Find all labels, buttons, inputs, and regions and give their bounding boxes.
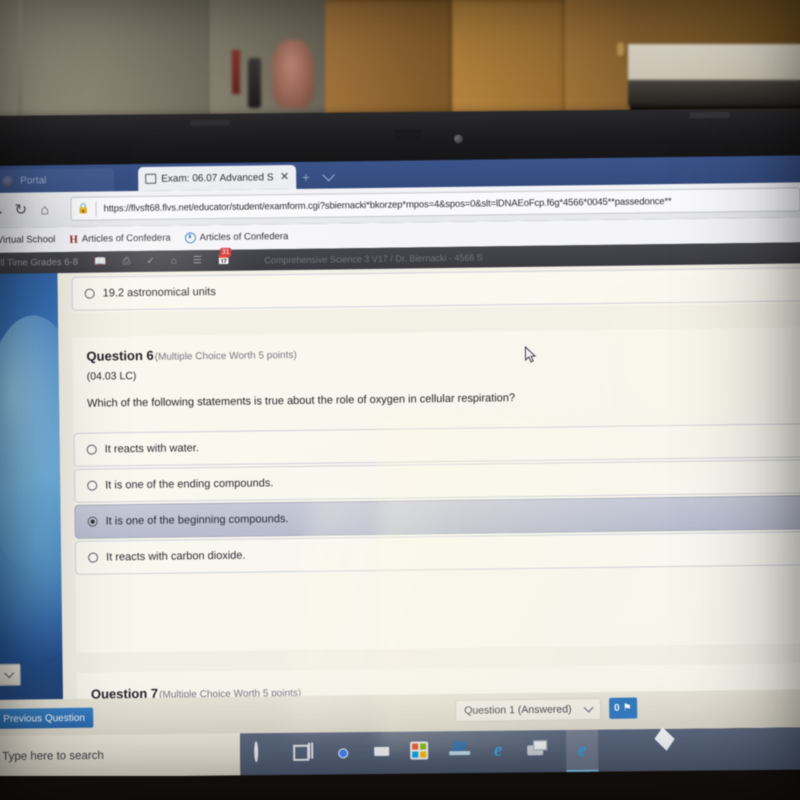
option-row[interactable]: 19.2 astronomical units	[71, 267, 800, 311]
radio-icon[interactable]	[86, 444, 97, 455]
radio-icon[interactable]	[87, 480, 98, 491]
edge-icon[interactable]: e	[565, 729, 599, 773]
previous-question-label: Previous Question	[3, 712, 86, 725]
calendar-icon[interactable]: 📅 31	[218, 247, 232, 266]
flag-count: 0	[614, 702, 620, 714]
course-selector[interactable]: Full Time Grades 6-8	[0, 257, 78, 269]
option-label: It is one of the ending compounds.	[105, 477, 274, 492]
room-background	[0, 0, 800, 124]
address-bar[interactable]: 🔒 https://flvsft68.flvs.net/educator/stu…	[70, 187, 800, 221]
bookmark-articles-1[interactable]: H Articles of Confedera	[69, 232, 171, 246]
bookmark-label: Articles of Confedera	[81, 232, 171, 245]
fax-scan-icon[interactable]	[527, 740, 549, 762]
portal-favicon	[2, 175, 15, 188]
taskbar-icons: e e	[239, 727, 800, 776]
reload-icon[interactable]: ↻	[14, 201, 27, 218]
forward-icon[interactable]: →	[0, 202, 5, 218]
calendar-badge: 31	[219, 247, 232, 257]
option-label: It reacts with water.	[104, 442, 199, 456]
browser-chrome: Portal Exam: 06.07 Advanced S ✕ + → ↻ ⌂ …	[0, 155, 800, 274]
flag-count-badge[interactable]: 0 ⚑	[609, 697, 637, 719]
lock-icon: 🔒	[77, 203, 90, 215]
laptop-screen: Portal Exam: 06.07 Advanced S ✕ + → ↻ ⌂ …	[0, 155, 800, 738]
cortana-circle	[254, 741, 259, 763]
mail-icon[interactable]	[654, 739, 676, 761]
bookmark-virtual-school[interactable]: a Virtual School	[0, 234, 55, 246]
desk-edge	[0, 776, 800, 800]
exam-page: 19.2 astronomical units Question 6 (Mult…	[57, 263, 800, 738]
internet-explorer-icon[interactable]: e	[488, 739, 510, 763]
chevron-down-icon[interactable]	[322, 168, 336, 182]
question-selector-value: Question 1 (Answered)	[464, 703, 572, 717]
page-favicon	[145, 173, 157, 184]
new-tab-button[interactable]: +	[302, 170, 310, 185]
scroll-down-button[interactable]	[0, 663, 21, 686]
remote-desktop-icon[interactable]	[449, 741, 471, 763]
search-input[interactable]: Type here to search	[0, 733, 241, 778]
question-6-options: It reacts with water. It is one of the e…	[73, 423, 800, 577]
question-text: Which of the following statements is tru…	[87, 392, 516, 410]
option-label: It reacts with carbon dioxide.	[106, 549, 246, 564]
microsoft-store-icon[interactable]	[410, 741, 432, 763]
url-text: https://flvsft68.flvs.net/educator/stude…	[103, 195, 672, 214]
course-breadcrumb: Comprehensive Science 3 V17 / Dr. Bierna…	[264, 252, 483, 265]
edge-glyph: e	[577, 739, 587, 761]
h-icon: H	[69, 233, 78, 246]
bezel-tab-left	[189, 119, 230, 127]
question-6-card: Question 6 (Multiple Choice Worth 5 poin…	[72, 327, 800, 653]
previous-question-button[interactable]: Previous Question	[0, 707, 94, 729]
bezel-notch	[394, 129, 422, 145]
mouse-cursor	[524, 345, 537, 363]
bookmark-articles-2[interactable]: Articles of Confedera	[184, 231, 289, 244]
question-selector-dropdown[interactable]: Question 1 (Answered)	[455, 697, 602, 722]
bezel-tab-right	[689, 111, 730, 119]
option-row[interactable]: It reacts with carbon dioxide.	[74, 531, 800, 575]
question-meta: (Multiple Choice Worth 5 points)	[154, 349, 297, 363]
task-view-icon[interactable]	[293, 743, 315, 765]
store-glyph	[410, 741, 429, 760]
previous-question-card: 19.2 astronomical units	[71, 267, 800, 313]
bookmark-label: Articles of Confedera	[199, 231, 289, 244]
tab-exam[interactable]: Exam: 06.07 Advanced S ✕	[138, 164, 297, 192]
windows-taskbar: Type here to search e e	[0, 727, 800, 778]
flag-icon: ⚑	[622, 702, 632, 714]
bookmark-label: a Virtual School	[0, 234, 56, 246]
tab-exam-label: Exam: 06.07 Advanced S	[161, 171, 274, 185]
ie-glyph: e	[493, 739, 503, 761]
radio-icon[interactable]	[88, 552, 99, 563]
room-blur-layer	[0, 0, 800, 124]
option-label: 19.2 astronomical units	[102, 286, 216, 300]
chevron-down-icon	[3, 668, 14, 679]
check-icon[interactable]: ✓	[146, 256, 155, 267]
tab-portal[interactable]: Portal	[0, 168, 115, 193]
menu-icon[interactable]: ☰	[193, 255, 202, 266]
tab-portal-label: Portal	[20, 175, 47, 187]
webcam-icon	[453, 134, 464, 144]
question-title: Question 6	[86, 347, 154, 364]
close-icon[interactable]: ✕	[280, 171, 289, 183]
recycle-bin-icon[interactable]	[615, 739, 637, 761]
home-icon[interactable]: ⌂	[40, 201, 49, 217]
photographed-laptop-screen: Portal Exam: 06.07 Advanced S ✕ + → ↻ ⌂ …	[0, 0, 800, 800]
question-code: (04.03 LC)	[86, 370, 137, 383]
search-placeholder: Type here to search	[2, 749, 104, 763]
message-icon[interactable]: ⎙	[122, 256, 130, 267]
chrome-icon[interactable]	[332, 742, 354, 764]
home-icon[interactable]: ⌂	[171, 256, 177, 267]
question-6-header: Question 6 (Multiple Choice Worth 5 poin…	[72, 327, 800, 410]
clock-icon	[184, 232, 196, 244]
file-explorer-icon[interactable]	[371, 742, 393, 764]
cortana-icon[interactable]	[254, 741, 276, 765]
option-label: It is one of the beginning compounds.	[105, 513, 289, 528]
book-icon[interactable]: 📖	[94, 256, 107, 267]
radio-icon-selected[interactable]	[87, 516, 98, 527]
radio-icon[interactable]	[84, 288, 95, 299]
